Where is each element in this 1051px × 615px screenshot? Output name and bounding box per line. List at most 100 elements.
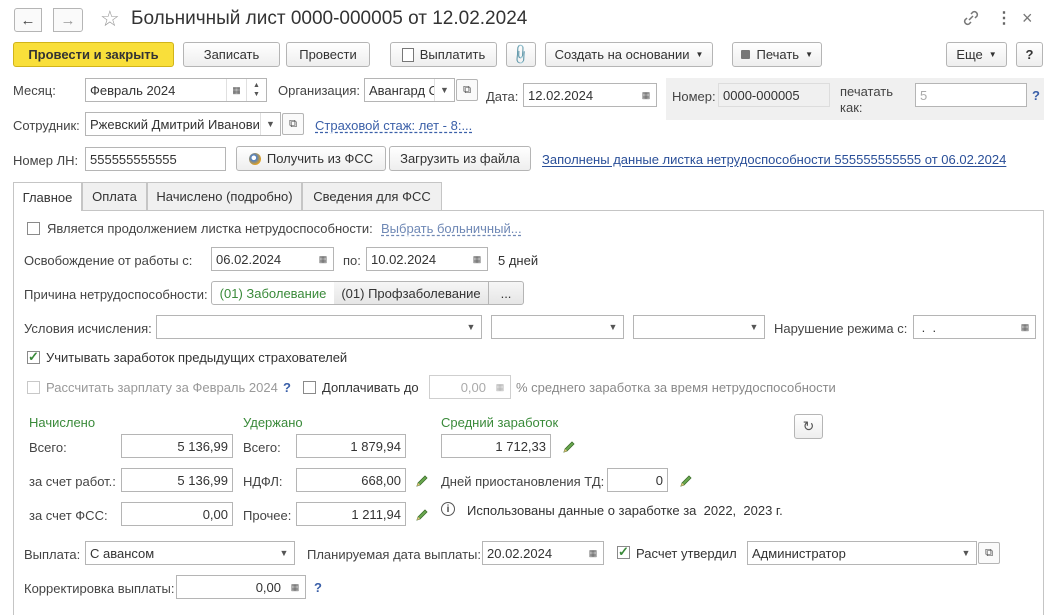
conditions-field-3[interactable]: ▼ [633, 315, 765, 339]
violation-field[interactable]: . . ▦ [913, 315, 1036, 339]
attach-button[interactable]: 📎 [506, 42, 536, 67]
month-label: Месяц: [13, 83, 56, 98]
approved-open-button[interactable]: ⧉ [978, 542, 1000, 564]
forward-button[interactable]: → [53, 8, 83, 32]
pencil-icon[interactable] [415, 474, 429, 488]
employee-field[interactable]: Ржевский Дмитрий Иванович ▼ [85, 112, 281, 136]
insurance-experience-link[interactable]: Страховой стаж: лет - 8:... [315, 118, 472, 133]
number-field[interactable]: 0000-000005 [718, 83, 830, 107]
get-from-fss-button[interactable]: Получить из ФСС [236, 146, 386, 171]
pencil-icon[interactable] [415, 508, 429, 522]
planned-date-field[interactable]: 20.02.2024 ▦ [482, 541, 604, 565]
extra-pay-label: Доплачивать до [322, 380, 419, 395]
withheld-total-field[interactable]: 1 879,94 [296, 434, 406, 458]
calendar-icon[interactable]: ▦ [636, 84, 656, 106]
pencil-icon[interactable] [562, 440, 576, 454]
employee-open-button[interactable]: ⧉ [282, 113, 304, 135]
pencil-icon[interactable] [679, 474, 693, 488]
approved-by-value: Администратор [752, 545, 846, 561]
release-to-field[interactable]: 10.02.2024 ▦ [366, 247, 488, 271]
print-button[interactable]: Печать ▼ [732, 42, 822, 67]
favorite-star-icon[interactable]: ☆ [100, 6, 120, 32]
continuation-checkbox[interactable] [27, 222, 40, 235]
other-field[interactable]: 1 211,94 [296, 502, 406, 526]
filled-data-link[interactable]: Заполнены данные листка нетрудоспособнос… [542, 152, 1006, 167]
month-stepper[interactable]: ▲ ▼ [246, 79, 266, 101]
calc-salary-checkbox[interactable] [27, 381, 40, 394]
extra-pay-value: 0,00 [460, 379, 486, 395]
choose-sick-leave-link[interactable]: Выбрать больничный... [381, 221, 522, 236]
more-button[interactable]: Еще ▼ [946, 42, 1007, 67]
tab-fss-info[interactable]: Сведения для ФСС [302, 182, 442, 210]
tab-accrued-detail[interactable]: Начислено (подробно) [147, 182, 302, 210]
calendar-icon[interactable]: ▦ [226, 79, 246, 101]
approved-by-field[interactable]: Администратор ▼ [747, 541, 977, 565]
dropdown-arrow-icon[interactable]: ▼ [956, 542, 976, 564]
calendar-icon[interactable]: ▦ [1015, 316, 1035, 338]
fss-label: за счет ФСС: [29, 508, 108, 523]
calc-salary-help-icon[interactable]: ? [283, 380, 291, 395]
date-label: Дата: [486, 89, 519, 104]
extra-pay-checkbox[interactable] [303, 381, 316, 394]
dropdown-arrow-icon[interactable]: ▼ [603, 316, 623, 338]
conditions-field-2[interactable]: ▼ [491, 315, 624, 339]
employer-field[interactable]: 5 136,99 [121, 468, 233, 492]
save-button[interactable]: Записать [183, 42, 280, 67]
dropdown-arrow-icon[interactable]: ▼ [434, 79, 454, 101]
post-button[interactable]: Провести [286, 42, 370, 67]
number-value: 0000-000005 [723, 87, 800, 103]
pay-button-label: Выплатить [419, 47, 486, 62]
withheld-total-label: Всего: [243, 440, 281, 455]
release-from-field[interactable]: 06.02.2024 ▦ [211, 247, 334, 271]
reason-illness-option[interactable]: (01) Заболевание [211, 281, 335, 305]
post-and-close-button[interactable]: Провести и закрыть [13, 42, 174, 67]
violation-label: Нарушение режима с: [774, 321, 908, 336]
close-icon[interactable]: × [1022, 8, 1033, 29]
calendar-icon[interactable]: ▦ [583, 542, 603, 564]
dropdown-arrow-icon[interactable]: ▼ [744, 316, 764, 338]
fss-field[interactable]: 0,00 [121, 502, 233, 526]
conditions-field-1[interactable]: ▼ [156, 315, 482, 339]
prev-insurers-checkbox[interactable]: ✓ [27, 348, 40, 364]
accrued-total-field[interactable]: 5 136,99 [121, 434, 233, 458]
load-from-file-button[interactable]: Загрузить из файла [389, 146, 531, 171]
back-button[interactable]: ← [14, 8, 42, 32]
avg-earnings-field[interactable]: 1 712,33 [441, 434, 551, 458]
org-open-button[interactable]: ⧉ [456, 79, 478, 101]
reason-occupational-option[interactable]: (01) Профзаболевание [334, 281, 489, 305]
approved-checkbox[interactable]: ✓ [617, 545, 630, 559]
calendar-icon[interactable]: ▦ [467, 248, 487, 270]
print-as-help-icon[interactable]: ? [1032, 88, 1040, 103]
dropdown-arrow-icon[interactable]: ▼ [461, 316, 481, 338]
correction-field[interactable]: 0,00 ▦ [176, 575, 306, 599]
reason-more-button[interactable]: ... [488, 281, 524, 305]
prev-insurers-label: Учитывать заработок предыдущих страховат… [46, 350, 348, 365]
tab-payment[interactable]: Оплата [82, 182, 147, 210]
help-button[interactable]: ? [1016, 42, 1043, 67]
link-icon[interactable] [962, 9, 980, 27]
checkmark-icon: ✓ [28, 348, 39, 364]
document-icon [401, 47, 414, 62]
calculator-icon[interactable]: ▦ [490, 376, 510, 398]
dropdown-arrow-icon[interactable]: ▼ [274, 542, 294, 564]
refresh-button[interactable]: ↻ [794, 414, 823, 439]
pay-button[interactable]: Выплатить [390, 42, 497, 67]
fss-icon [248, 152, 261, 165]
month-field[interactable]: Февраль 2024 ▦ ▲ ▼ [85, 78, 267, 102]
org-field[interactable]: Авангард ООО ▼ [364, 78, 455, 102]
ndfl-field[interactable]: 668,00 [296, 468, 406, 492]
calculator-icon[interactable]: ▦ [285, 576, 305, 598]
dropdown-arrow-icon[interactable]: ▼ [260, 113, 280, 135]
create-based-on-button[interactable]: Создать на основании ▼ [545, 42, 713, 67]
get-from-fss-label: Получить из ФСС [266, 151, 374, 166]
tab-main[interactable]: Главное [13, 182, 82, 211]
ln-number-field[interactable]: 555555555555 [85, 147, 226, 171]
extra-pay-field[interactable]: 0,00 ▦ [429, 375, 511, 399]
calendar-icon[interactable]: ▦ [313, 248, 333, 270]
print-as-field[interactable]: 5 [915, 83, 1027, 107]
correction-help-icon[interactable]: ? [314, 580, 322, 595]
suspend-days-field[interactable]: 0 [607, 468, 668, 492]
more-vertical-icon[interactable]: ⋮ [996, 8, 1012, 28]
date-field[interactable]: 12.02.2024 ▦ [523, 83, 657, 107]
payout-field[interactable]: С авансом ▼ [85, 541, 295, 565]
